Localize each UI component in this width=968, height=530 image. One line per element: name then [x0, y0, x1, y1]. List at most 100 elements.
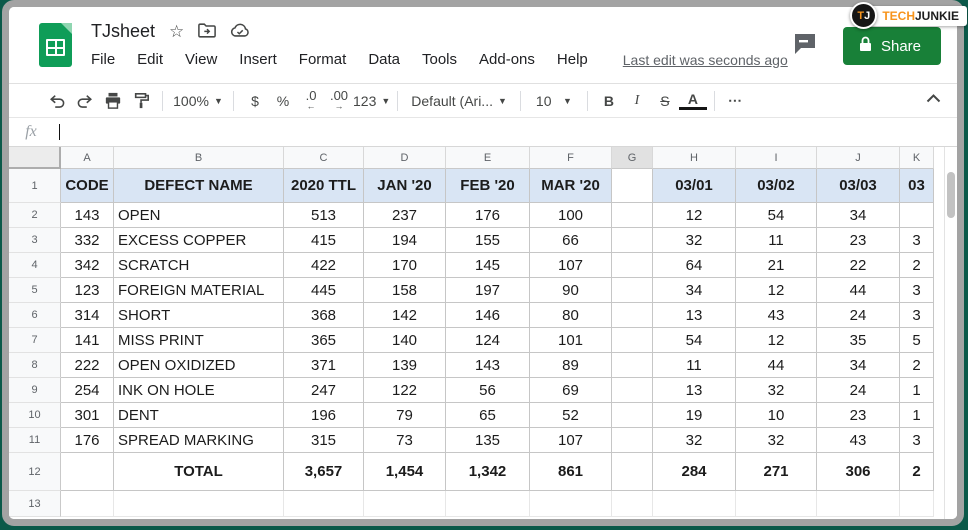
zoom-select[interactable]: 100%▼ — [170, 88, 226, 114]
more-formats-button[interactable]: 123▼ — [353, 88, 390, 114]
cell-G11[interactable] — [612, 428, 653, 453]
cell-G1[interactable] — [612, 169, 653, 203]
cell-B6[interactable]: SHORT — [114, 303, 284, 328]
print-icon[interactable] — [99, 88, 127, 114]
cell-A4[interactable]: 342 — [61, 253, 114, 278]
cell-K11[interactable]: 3 — [900, 428, 934, 453]
cell-C6[interactable]: 368 — [284, 303, 364, 328]
cell-B12[interactable]: TOTAL — [114, 453, 284, 491]
cell-J5[interactable]: 44 — [817, 278, 900, 303]
cell-D6[interactable]: 142 — [364, 303, 446, 328]
cell-D1[interactable]: JAN '20 — [364, 169, 446, 203]
cell-A13[interactable] — [61, 491, 114, 517]
format-currency-button[interactable]: $ — [241, 88, 269, 114]
cell-F2[interactable]: 100 — [530, 203, 612, 228]
row-header-2[interactable]: 2 — [9, 203, 61, 228]
cell-E5[interactable]: 197 — [446, 278, 530, 303]
cell-F11[interactable]: 107 — [530, 428, 612, 453]
cell-H11[interactable]: 32 — [653, 428, 736, 453]
cell-A1[interactable]: CODE — [61, 169, 114, 203]
cell-G10[interactable] — [612, 403, 653, 428]
cell-A8[interactable]: 222 — [61, 353, 114, 378]
share-button[interactable]: Share — [843, 27, 941, 65]
cell-K3[interactable]: 3 — [900, 228, 934, 253]
row-header-3[interactable]: 3 — [9, 228, 61, 253]
star-icon[interactable]: ☆ — [169, 23, 184, 40]
cell-C7[interactable]: 365 — [284, 328, 364, 353]
cell-K5[interactable]: 3 — [900, 278, 934, 303]
cell-B2[interactable]: OPEN — [114, 203, 284, 228]
strikethrough-button[interactable]: S — [651, 88, 679, 114]
cell-I10[interactable]: 10 — [736, 403, 817, 428]
cell-D11[interactable]: 73 — [364, 428, 446, 453]
cell-C9[interactable]: 247 — [284, 378, 364, 403]
cell-K1[interactable]: 03 — [900, 169, 934, 203]
cell-F7[interactable]: 101 — [530, 328, 612, 353]
cell-B4[interactable]: SCRATCH — [114, 253, 284, 278]
cell-E8[interactable]: 143 — [446, 353, 530, 378]
cell-A6[interactable]: 314 — [61, 303, 114, 328]
cell-D7[interactable]: 140 — [364, 328, 446, 353]
cell-A10[interactable]: 301 — [61, 403, 114, 428]
cell-D5[interactable]: 158 — [364, 278, 446, 303]
cell-H6[interactable]: 13 — [653, 303, 736, 328]
row-header-6[interactable]: 6 — [9, 303, 61, 328]
cell-H4[interactable]: 64 — [653, 253, 736, 278]
cell-F4[interactable]: 107 — [530, 253, 612, 278]
cell-G2[interactable] — [612, 203, 653, 228]
cell-D10[interactable]: 79 — [364, 403, 446, 428]
comment-icon[interactable] — [793, 32, 817, 60]
cell-J13[interactable] — [817, 491, 900, 517]
cell-B10[interactable]: DENT — [114, 403, 284, 428]
cell-B3[interactable]: EXCESS COPPER — [114, 228, 284, 253]
menu-format[interactable]: Format — [290, 50, 356, 69]
cell-K4[interactable]: 2 — [900, 253, 934, 278]
menu-file[interactable]: File — [91, 50, 124, 69]
cell-G5[interactable] — [612, 278, 653, 303]
row-header-13[interactable]: 13 — [9, 491, 61, 517]
cell-E1[interactable]: FEB '20 — [446, 169, 530, 203]
select-all-corner[interactable] — [9, 147, 61, 169]
column-header-K[interactable]: K — [900, 147, 934, 169]
cell-C11[interactable]: 315 — [284, 428, 364, 453]
cell-C2[interactable]: 513 — [284, 203, 364, 228]
cell-J11[interactable]: 43 — [817, 428, 900, 453]
column-header-B[interactable]: B — [114, 147, 284, 169]
cell-I5[interactable]: 12 — [736, 278, 817, 303]
cell-D12[interactable]: 1,454 — [364, 453, 446, 491]
menu-add-ons[interactable]: Add-ons — [470, 50, 544, 69]
cell-I4[interactable]: 21 — [736, 253, 817, 278]
cell-K13[interactable] — [900, 491, 934, 517]
move-folder-icon[interactable] — [198, 23, 216, 41]
cell-I6[interactable]: 43 — [736, 303, 817, 328]
cell-E6[interactable]: 146 — [446, 303, 530, 328]
cell-F10[interactable]: 52 — [530, 403, 612, 428]
cell-D8[interactable]: 139 — [364, 353, 446, 378]
cell-E12[interactable]: 1,342 — [446, 453, 530, 491]
cell-F8[interactable]: 89 — [530, 353, 612, 378]
font-select[interactable]: Default (Ari...▼ — [405, 88, 513, 114]
google-sheets-icon[interactable] — [39, 23, 72, 67]
undo-icon[interactable] — [43, 88, 71, 114]
cell-K9[interactable]: 1 — [900, 378, 934, 403]
row-header-7[interactable]: 7 — [9, 328, 61, 353]
cell-C3[interactable]: 415 — [284, 228, 364, 253]
row-header-12[interactable]: 12 — [9, 453, 61, 491]
cell-A12[interactable] — [61, 453, 114, 491]
column-header-J[interactable]: J — [817, 147, 900, 169]
cell-A9[interactable]: 254 — [61, 378, 114, 403]
cell-J2[interactable]: 34 — [817, 203, 900, 228]
cell-A7[interactable]: 141 — [61, 328, 114, 353]
formula-bar[interactable]: fx — [9, 117, 957, 147]
cell-F9[interactable]: 69 — [530, 378, 612, 403]
italic-button[interactable]: I — [623, 88, 651, 114]
cell-G4[interactable] — [612, 253, 653, 278]
bold-button[interactable]: B — [595, 88, 623, 114]
cell-F5[interactable]: 90 — [530, 278, 612, 303]
column-header-H[interactable]: H — [653, 147, 736, 169]
cell-H5[interactable]: 34 — [653, 278, 736, 303]
cell-K7[interactable]: 5 — [900, 328, 934, 353]
cell-K2[interactable] — [900, 203, 934, 228]
row-header-5[interactable]: 5 — [9, 278, 61, 303]
cell-H9[interactable]: 13 — [653, 378, 736, 403]
